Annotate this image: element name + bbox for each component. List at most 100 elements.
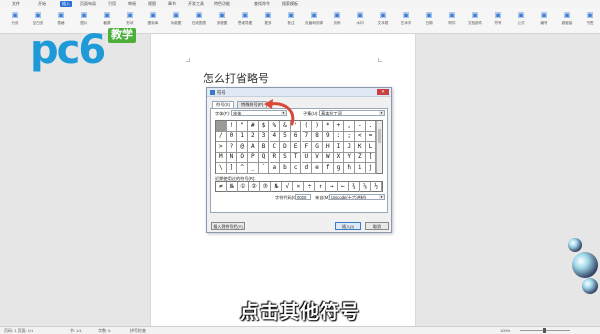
symbol-cell[interactable]: h — [344, 162, 355, 174]
symbol-cell[interactable]: d — [301, 162, 313, 174]
symbol-cell[interactable]: = — [365, 131, 377, 143]
symbol-cell[interactable]: ^ — [237, 162, 248, 174]
zoom-slider-handle[interactable] — [543, 328, 546, 333]
recent-symbol-cell[interactable]: ↑ — [316, 182, 327, 192]
dialog-title-bar[interactable]: 符号 ✕ — [207, 88, 391, 97]
symbol-cell[interactable]: a — [269, 162, 280, 174]
symbol-cell[interactable]: c — [290, 162, 302, 174]
ribbon-button-wordart[interactable]: ▣ 艺术字 — [395, 10, 417, 32]
symbol-cell[interactable]: T — [290, 152, 302, 164]
char-code-input[interactable]: 0020 — [295, 194, 311, 200]
insert-button[interactable]: 插入(I) — [335, 222, 361, 230]
symbol-cell[interactable]: 2 — [248, 131, 259, 143]
recent-symbol-cell[interactable]: ③ — [260, 182, 271, 192]
recent-symbol-cell[interactable]: √ — [283, 182, 294, 192]
ribbon-button-more[interactable]: ▣ 更多 — [257, 10, 279, 32]
symbol-cell[interactable]: [ — [365, 152, 377, 164]
symbol-cell[interactable]: E — [290, 141, 302, 153]
symbol-cell[interactable]: < — [355, 131, 366, 143]
symbol-cell[interactable]: W — [323, 152, 334, 164]
ribbon-button-numbering[interactable]: ▣ 编号 — [533, 10, 555, 32]
status-words[interactable]: 字数: 5 — [98, 328, 110, 334]
symbol-cell[interactable]: 8 — [312, 131, 323, 143]
symbol-cell[interactable]: G — [312, 141, 323, 153]
recent-symbol-cell[interactable]: ⅝ — [360, 182, 371, 192]
symbol-cell[interactable]: ; — [344, 131, 355, 143]
symbol-cell[interactable]: > — [216, 141, 227, 153]
symbol-cell[interactable]: H — [323, 141, 334, 153]
symbol-cell[interactable]: 6 — [290, 131, 302, 143]
symbol-cell[interactable]: D — [280, 141, 291, 153]
symbol-cell[interactable]: + — [333, 121, 345, 132]
symbol-cell[interactable]: O — [237, 152, 248, 164]
insert-to-symbol-bar-button[interactable]: 插入到符号栏(Y) — [211, 222, 245, 230]
tab-home[interactable]: 开始 — [38, 1, 46, 7]
symbol-cell[interactable]: * — [323, 121, 334, 132]
symbol-cell[interactable]: \ — [216, 162, 227, 174]
symbol-cell[interactable]: 5 — [280, 131, 291, 143]
symbol-cell[interactable]: A — [248, 141, 259, 153]
symbol-cell[interactable]: P — [248, 152, 259, 164]
symbol-cell[interactable]: # — [248, 121, 259, 132]
tab-features[interactable]: 特色功能 — [214, 1, 230, 7]
symbol-cell[interactable]: ? — [226, 141, 238, 153]
cancel-button[interactable]: 取消 — [365, 222, 389, 230]
ribbon-button-page-break[interactable]: ▣ 分页 — [4, 10, 26, 32]
ribbon-button-attachment[interactable]: ▣ 附件 — [441, 10, 463, 32]
symbol-cell[interactable]: : — [333, 131, 345, 143]
symbol-cell[interactable]: . — [365, 121, 377, 132]
symbol-cell[interactable]: " — [237, 121, 248, 132]
recent-symbol-cell[interactable]: ½ — [371, 182, 382, 192]
status-page[interactable]: 页码: 1 页面: 1/1 — [4, 328, 33, 334]
ribbon-button-online-chart[interactable]: ▣ 在线图表 — [188, 10, 210, 32]
recent-symbol-cell[interactable]: ≠ — [216, 182, 227, 192]
symbol-cell[interactable]: U — [301, 152, 313, 164]
symbol-cell[interactable]: Z — [355, 152, 366, 164]
tab-file[interactable]: 文件 — [12, 1, 20, 7]
ribbon-button-flowchart[interactable]: ▣ 流程图 — [211, 10, 233, 32]
symbol-cell[interactable]: 9 — [323, 131, 334, 143]
symbol-cell[interactable]: V — [312, 152, 323, 164]
symbol-cell[interactable]: 4 — [269, 131, 280, 143]
ribbon-button-symbol[interactable]: ▣ 符号 — [487, 10, 509, 32]
symbol-cell[interactable]: _ — [248, 162, 259, 174]
symbol-cell[interactable]: I — [333, 141, 345, 153]
spell-check[interactable]: 拼写检查 — [130, 328, 146, 334]
symbol-cell[interactable]: N — [226, 152, 238, 164]
ribbon-button-doc-parts[interactable]: ▣ 文档部件 — [464, 10, 486, 32]
symbol-cell[interactable]: S — [280, 152, 291, 164]
symbol-cell[interactable]: R — [269, 152, 280, 164]
recent-symbol-cell[interactable]: ② — [249, 182, 260, 192]
symbol-cell[interactable]: , — [344, 121, 355, 132]
symbol-cell[interactable]: i — [355, 162, 366, 174]
symbol-cell[interactable]: ) — [312, 121, 323, 132]
symbol-cell[interactable]: M — [216, 152, 227, 164]
recent-symbol-cell[interactable]: × — [294, 182, 305, 192]
symbol-cell[interactable]: f — [323, 162, 334, 174]
tab-page-layout[interactable]: 页面布局 — [80, 1, 96, 7]
symbol-cell[interactable]: @ — [237, 141, 248, 153]
recent-symbol-cell[interactable]: ÷ — [305, 182, 316, 192]
ribbon-button-hyperlink[interactable]: ▣ 超链接 — [556, 10, 578, 32]
symbol-cell[interactable]: C — [269, 141, 280, 153]
symbol-cell[interactable]: K — [355, 141, 366, 153]
ribbon-button-page-number[interactable]: ▣ 页码 — [326, 10, 348, 32]
ribbon-button-comment[interactable]: ▣ 批注 — [280, 10, 302, 32]
find-command[interactable]: 查找命令 — [254, 1, 270, 7]
symbol-cell[interactable]: X — [333, 152, 345, 164]
ribbon-button-date[interactable]: ▣ 日期 — [418, 10, 440, 32]
symbol-cell[interactable]: J — [344, 141, 355, 153]
from-select[interactable]: Unicode(十六进制) ▼ — [329, 194, 385, 200]
symbol-cell[interactable]: ( — [301, 121, 313, 132]
symbol-cell[interactable]: b — [280, 162, 291, 174]
search-template[interactable]: 搜索模板 — [282, 1, 298, 7]
recent-symbol-cell[interactable]: → — [327, 182, 338, 192]
close-icon[interactable]: ✕ — [377, 89, 389, 95]
symbol-cell[interactable]: B — [258, 141, 270, 153]
ribbon-button-bookmark[interactable]: ▣ 书签 — [579, 10, 600, 32]
ribbon-button-watermark[interactable]: ▣ 水印 — [349, 10, 371, 32]
ribbon-button-textbox[interactable]: ▣ 文本框 — [372, 10, 394, 32]
tab-view[interactable]: 视图 — [148, 1, 156, 7]
symbol-cell[interactable]: Y — [344, 152, 355, 164]
symbol-cell[interactable]: L — [365, 141, 377, 153]
